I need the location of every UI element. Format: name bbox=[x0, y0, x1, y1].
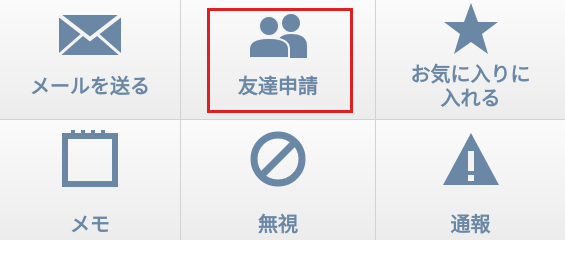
friend-request-label: 友達申請 bbox=[238, 74, 318, 98]
people-icon bbox=[247, 10, 309, 60]
warning-icon bbox=[441, 133, 501, 185]
notepad-icon bbox=[61, 130, 119, 187]
send-mail-button[interactable]: メールを送る bbox=[0, 0, 181, 120]
star-icon bbox=[443, 3, 498, 54]
memo-button[interactable]: メモ bbox=[0, 120, 181, 240]
report-button[interactable]: 通報 bbox=[376, 120, 565, 240]
friend-request-button[interactable]: 友達申請 bbox=[181, 0, 376, 120]
ignore-label: 無視 bbox=[258, 212, 298, 236]
send-mail-label: メールを送る bbox=[30, 74, 150, 98]
block-icon bbox=[249, 131, 307, 187]
add-favorite-button[interactable]: お気に入りに 入れる bbox=[376, 0, 565, 120]
action-menu-grid: メールを送る 友達申請 お気に入りに 入れる メモ 無視 通報 bbox=[0, 0, 565, 240]
report-label: 通報 bbox=[450, 212, 491, 236]
bottom-strip bbox=[0, 240, 565, 262]
ignore-button[interactable]: 無視 bbox=[181, 120, 376, 240]
add-favorite-label: お気に入りに 入れる bbox=[410, 62, 531, 110]
memo-label: メモ bbox=[70, 212, 110, 236]
envelope-icon bbox=[59, 10, 121, 60]
